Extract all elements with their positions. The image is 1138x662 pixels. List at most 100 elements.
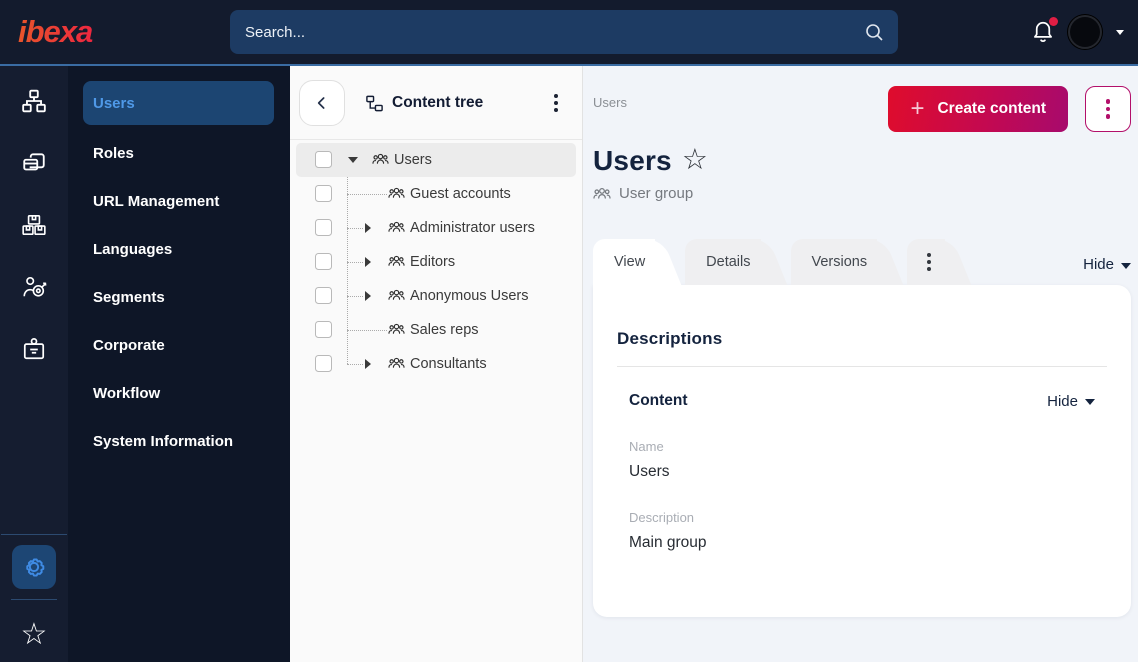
checkbox[interactable] bbox=[315, 185, 332, 202]
content-options-button[interactable] bbox=[1085, 86, 1131, 132]
user-avatar[interactable] bbox=[1068, 15, 1102, 49]
user-group-icon bbox=[388, 356, 405, 371]
bookmarks-star-icon[interactable] bbox=[21, 620, 48, 650]
content-tree-panel: Content tree Users Guest accounts Admini… bbox=[290, 66, 583, 662]
tree-item-consultants[interactable]: Consultants bbox=[296, 347, 576, 381]
favorite-star-icon[interactable] bbox=[682, 142, 708, 177]
tab-versions[interactable]: Versions bbox=[790, 239, 878, 285]
tree-icon bbox=[365, 94, 384, 113]
ibexa-logo[interactable]: ibexa bbox=[18, 14, 230, 50]
sidebar-item-users[interactable]: Users bbox=[83, 81, 274, 125]
settings-button[interactable] bbox=[12, 545, 56, 589]
kebab-icon bbox=[927, 253, 932, 271]
search-icon[interactable] bbox=[862, 20, 886, 44]
content-tree-title: Content tree bbox=[365, 94, 483, 113]
notification-dot bbox=[1049, 17, 1058, 26]
hide-tabs-control[interactable]: Hide bbox=[1083, 256, 1131, 285]
user-group-icon bbox=[388, 322, 405, 337]
expand-caret-icon[interactable] bbox=[365, 291, 371, 301]
sidebar-item-content[interactable] bbox=[21, 88, 47, 114]
user-group-icon bbox=[593, 186, 611, 202]
plus-icon bbox=[910, 98, 924, 120]
tab-more-button[interactable] bbox=[907, 239, 946, 285]
topbar-right-cluster bbox=[1030, 15, 1124, 49]
collapse-tree-button[interactable] bbox=[299, 80, 345, 126]
top-bar: ibexa bbox=[0, 0, 1138, 66]
collapse-caret-icon[interactable] bbox=[348, 157, 358, 163]
admin-sidebar: Users Roles URL Management Languages Seg… bbox=[68, 66, 290, 662]
search-input[interactable] bbox=[230, 10, 898, 54]
chevron-left-icon bbox=[312, 93, 332, 113]
global-search bbox=[230, 10, 898, 54]
sidebar-item-segments[interactable]: Segments bbox=[68, 273, 290, 321]
sidebar-item-languages[interactable]: Languages bbox=[68, 225, 290, 273]
create-content-button[interactable]: Create content bbox=[888, 86, 1068, 132]
id-badge-icon bbox=[21, 336, 47, 362]
sidebar-item-url-management[interactable]: URL Management bbox=[68, 177, 290, 225]
field-value: Users bbox=[629, 463, 670, 480]
person-target-icon bbox=[21, 274, 47, 300]
sidebar-item-corporate[interactable]: Corporate bbox=[68, 321, 290, 369]
tree-item-users[interactable]: Users bbox=[296, 143, 576, 177]
checkbox[interactable] bbox=[315, 151, 332, 168]
content-tree-header: Content tree bbox=[290, 66, 582, 126]
expand-caret-icon[interactable] bbox=[365, 257, 371, 267]
tab-details[interactable]: Details bbox=[685, 239, 761, 285]
notifications-button[interactable] bbox=[1030, 17, 1058, 45]
user-group-icon bbox=[388, 220, 405, 235]
view-panel: Descriptions Content Hide Name Users Des… bbox=[593, 285, 1131, 617]
pages-icon bbox=[21, 150, 47, 176]
chevron-down-icon bbox=[1085, 399, 1095, 405]
sidebar-item-system-information[interactable]: System Information bbox=[68, 417, 290, 465]
rail-divider bbox=[11, 599, 57, 600]
icon-rail bbox=[0, 66, 68, 662]
checkbox[interactable] bbox=[315, 219, 332, 236]
tree-options-button[interactable] bbox=[550, 90, 562, 116]
user-group-icon bbox=[388, 186, 405, 201]
sidebar-item-pages[interactable] bbox=[21, 150, 47, 176]
checkbox[interactable] bbox=[315, 253, 332, 270]
sidebar-item-products[interactable] bbox=[21, 212, 47, 238]
divider bbox=[617, 366, 1107, 367]
rail-footer bbox=[0, 524, 68, 662]
sidebar-item-workflow[interactable]: Workflow bbox=[68, 369, 290, 417]
tree-item-guest-accounts[interactable]: Guest accounts bbox=[296, 177, 576, 211]
hide-content-control[interactable]: Hide bbox=[1047, 393, 1095, 410]
field-label: Name bbox=[629, 439, 664, 454]
user-menu-caret-icon[interactable] bbox=[1116, 29, 1124, 35]
user-group-icon bbox=[372, 152, 389, 167]
expand-caret-icon[interactable] bbox=[365, 359, 371, 369]
user-group-icon bbox=[388, 254, 405, 269]
tab-view[interactable]: View bbox=[593, 239, 656, 285]
boxes-icon bbox=[21, 212, 47, 238]
checkbox[interactable] bbox=[315, 287, 332, 304]
page-title: Users bbox=[593, 145, 672, 176]
tab-bar: View Details Versions Hide bbox=[593, 239, 1131, 285]
field-label: Description bbox=[629, 510, 695, 525]
tree-item-administrator-users[interactable]: Administrator users bbox=[296, 211, 576, 245]
field-name: Name Users bbox=[617, 439, 1107, 481]
content-type-label: User group bbox=[593, 185, 1131, 202]
tree-item-editors[interactable]: Editors bbox=[296, 245, 576, 279]
sidebar-item-roles[interactable]: Roles bbox=[68, 129, 290, 177]
user-group-icon bbox=[388, 288, 405, 303]
breadcrumb[interactable]: Users bbox=[593, 95, 627, 110]
checkbox[interactable] bbox=[315, 355, 332, 372]
rail-divider bbox=[1, 534, 67, 535]
expand-caret-icon[interactable] bbox=[365, 223, 371, 233]
sitemap-icon bbox=[21, 88, 47, 114]
sidebar-item-admin[interactable] bbox=[21, 336, 47, 362]
gear-icon bbox=[21, 554, 47, 580]
tree-item-sales-reps[interactable]: Sales reps bbox=[296, 313, 576, 347]
sidebar-item-segments[interactable] bbox=[21, 274, 47, 300]
field-value: Main group bbox=[629, 534, 707, 551]
field-description: Description Main group bbox=[617, 510, 1107, 552]
content-tree: Users Guest accounts Administrator users bbox=[290, 140, 582, 384]
tree-item-anonymous-users[interactable]: Anonymous Users bbox=[296, 279, 576, 313]
main-content: Users Create content Users User group bbox=[583, 66, 1138, 662]
content-heading: Content bbox=[629, 392, 688, 409]
descriptions-heading: Descriptions bbox=[617, 329, 723, 348]
chevron-down-icon bbox=[1121, 262, 1131, 269]
app-window: ibexa Search... ☆ Users Roles URL Manage… bbox=[0, 0, 1138, 662]
checkbox[interactable] bbox=[315, 321, 332, 338]
